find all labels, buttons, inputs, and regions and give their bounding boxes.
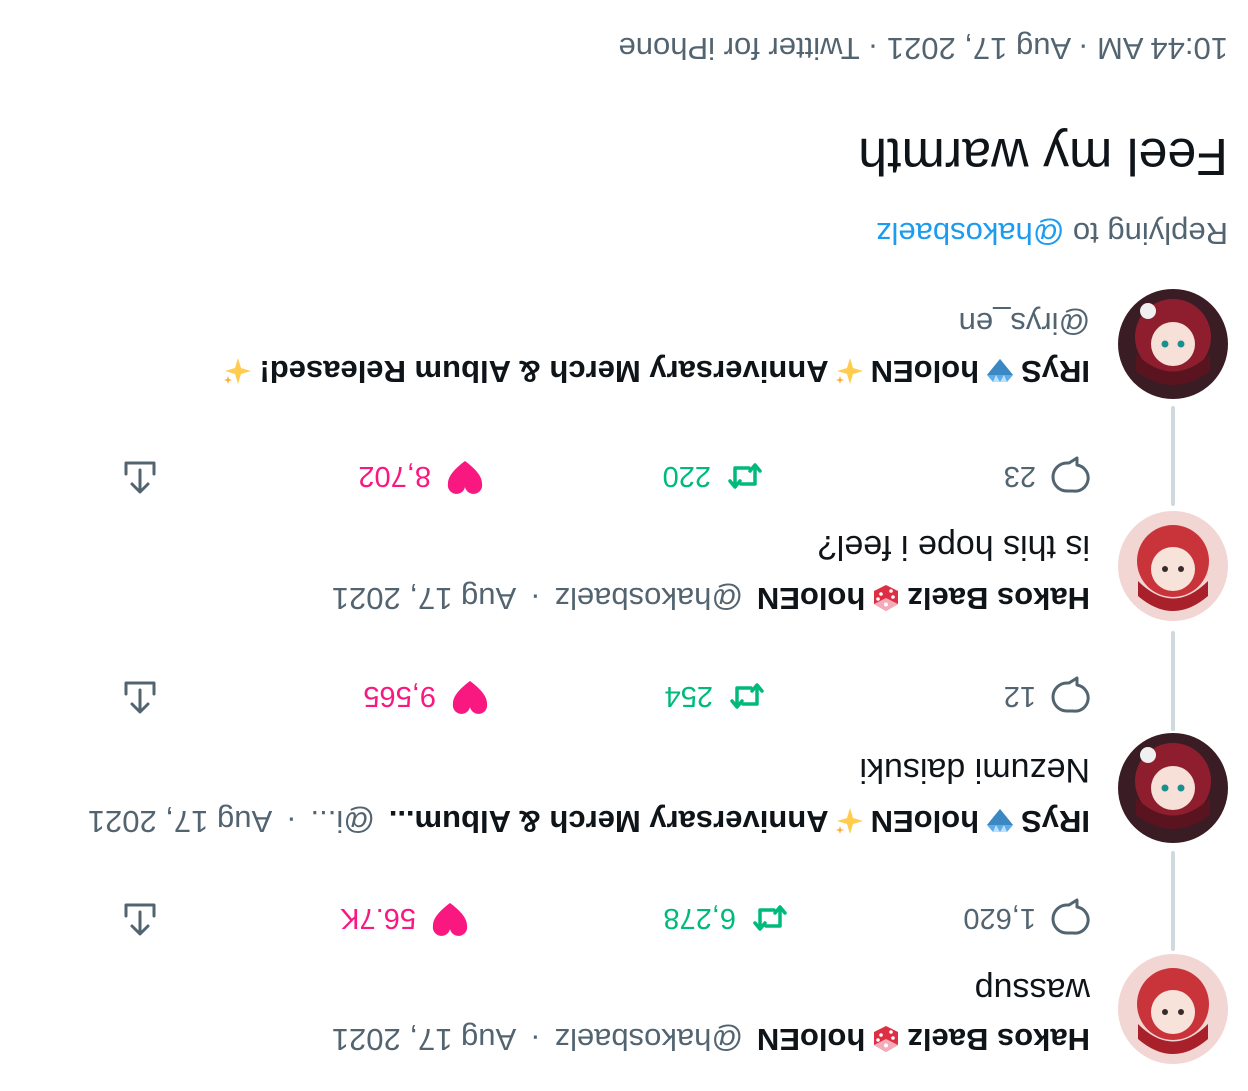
retweet-count: 6,278 [663,902,736,935]
retweet-button[interactable]: 6,278 [663,895,790,941]
author-org: holoEN [870,804,980,839]
replying-prefix: Replying to [1072,216,1228,251]
sparkles-emoji-icon [835,806,865,836]
reply-icon [1050,676,1090,716]
tweet-header: IRyS holoEN Anniversary Merch & Album...… [88,801,1090,841]
thread-connector-line [1171,851,1175,951]
heart-icon [450,676,490,716]
like-button[interactable]: 9,565 [363,673,490,719]
author-handle[interactable]: @i... [311,803,375,839]
avatar-hakos-baelz[interactable] [1118,954,1228,1064]
like-count: 8,702 [358,460,431,493]
reply-button[interactable]: 12 [1004,673,1090,719]
tweet-header: Hakos Baelz holoEN @hakosbaelz · Aug 17,… [332,1019,1090,1059]
main-tweet-handle-row: @irys_en [959,303,1090,343]
retweet-icon [750,898,790,938]
tweet-actions: 23 220 8,702 [124,453,1090,499]
retweet-button[interactable]: 254 [665,673,767,719]
reply-button[interactable]: 23 [1004,453,1090,499]
avatar-irys[interactable] [1118,733,1228,843]
retweet-icon [727,676,767,716]
avatar-hakos-baelz[interactable] [1118,511,1228,621]
gem-emoji-icon [985,806,1015,836]
author-name[interactable]: IRyS [1021,353,1090,389]
dice-emoji-icon [871,1024,901,1054]
tweet-text: wassup [974,971,1090,1009]
like-button[interactable]: 8,702 [358,453,485,499]
tweet-text: Nezumi daisuki [859,751,1090,789]
reply-button[interactable]: 1,620 [963,895,1090,941]
separator-dot: · [286,804,297,839]
share-button[interactable] [106,673,160,719]
author-handle[interactable]: @hakosbaelz [555,580,743,616]
tweet-date[interactable]: Aug 17, 2021 [88,803,272,839]
tweet-date[interactable]: Aug 17, 2021 [332,1021,516,1057]
tweet-actions: 12 254 9,565 [124,673,1090,719]
separator-dot: · [530,581,541,616]
thread-connector-line [1171,406,1175,506]
author-org: holoEN [870,354,980,389]
main-tweet-text: Feel my warmth [858,127,1228,185]
tweet-date[interactable]: Aug 17, 2021 [332,580,516,616]
heart-icon [445,456,485,496]
share-icon [120,898,160,938]
reply-count: 12 [1003,680,1036,713]
share-icon [120,676,160,716]
sparkles-emoji-icon [835,356,865,386]
retweet-count: 220 [662,460,711,493]
replying-to-line: Replying to @hakosbaelz [876,215,1228,251]
main-tweet-timestamp[interactable]: 10:44 AM · Aug 17, 2021 · Twitter for iP… [619,30,1228,66]
author-name[interactable]: Hakos Baelz [907,580,1090,616]
like-button[interactable]: 56.7K [340,895,470,941]
author-handle[interactable]: @irys_en [959,305,1090,341]
reply-icon [1050,456,1090,496]
gem-emoji-icon [985,356,1015,386]
author-name[interactable]: Hakos Baelz [907,1021,1090,1057]
sparkles-emoji-icon [223,356,253,386]
separator-dot: · [530,1022,541,1057]
tweet-text: is this hope i feel? [817,528,1090,566]
replying-to-mention[interactable]: @hakosbaelz [876,216,1064,251]
reply-icon [1050,898,1090,938]
dice-emoji-icon [871,583,901,613]
tweet-thread-view: Hakos Baelz holoEN @hakosbaelz · Aug 17,… [0,0,1248,1091]
main-tweet-header: IRyS holoEN Anniversary Merch & Album Re… [217,351,1090,391]
avatar-irys[interactable] [1118,289,1228,399]
like-count: 9,565 [363,680,436,713]
retweet-icon [725,456,765,496]
profile-title-tail: Anniversary Merch & Album... [388,804,829,839]
author-org: holoEN [756,1022,866,1057]
tweet-header: Hakos Baelz holoEN @hakosbaelz · Aug 17,… [332,578,1090,618]
reply-count: 1,620 [963,902,1036,935]
author-org: holoEN [756,581,866,616]
heart-icon [430,898,470,938]
share-icon [120,456,160,496]
author-handle[interactable]: @hakosbaelz [555,1021,743,1057]
author-name[interactable]: IRyS [1021,803,1090,839]
like-count: 56.7K [340,902,416,935]
tweet-actions: 1,620 6,278 56.7K [124,895,1090,941]
thread-connector-line [1171,631,1175,731]
retweet-button[interactable]: 220 [663,453,765,499]
reply-count: 23 [1003,460,1036,493]
share-button[interactable] [106,895,160,941]
profile-title-tail: Anniversary Merch & Album Released! [259,354,829,389]
share-button[interactable] [106,453,160,499]
retweet-count: 254 [664,680,713,713]
